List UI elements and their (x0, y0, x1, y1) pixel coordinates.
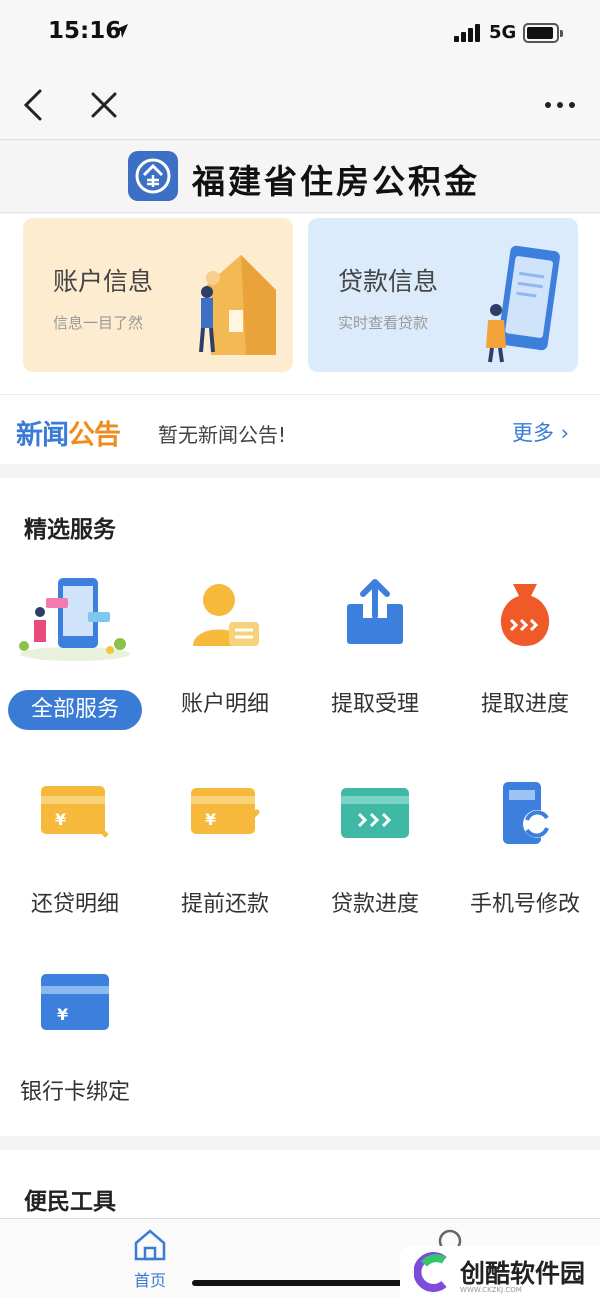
all-services-icon (19, 578, 130, 661)
account-detail-icon (193, 584, 259, 646)
tab-home-label: 首页 (133, 1271, 166, 1290)
service-bank-card-label: 银行卡绑定 (19, 1080, 130, 1105)
service-prepay[interactable]: ¥ 提前还款 (150, 778, 300, 948)
services-title: 精选服务 (24, 517, 116, 543)
service-loan-progress-label: 贷款进度 (330, 892, 419, 917)
service-bank-card[interactable]: ¥ 银行卡绑定 (0, 968, 150, 1138)
home-indicator (192, 1280, 408, 1286)
service-withdraw-apply-label: 提取受理 (330, 692, 419, 717)
housing-fund-logo (128, 151, 178, 201)
service-withdraw-progress-label: 提取进度 (480, 692, 569, 717)
news-logo: 新闻公告 (16, 420, 121, 451)
service-phone-edit-label: 手机号修改 (469, 892, 580, 917)
network-type: 5G (489, 22, 517, 43)
loan-info-subtitle: 实时查看贷款 (338, 314, 429, 332)
service-repay-detail-label: 还贷明细 (30, 892, 119, 917)
svg-text:¥: ¥ (55, 810, 66, 829)
home-icon (134, 1229, 166, 1261)
tab-home[interactable]: 首页 (120, 1227, 180, 1290)
loan-info-title: 贷款信息 (338, 267, 439, 296)
battery-icon (523, 23, 563, 43)
service-loan-progress[interactable]: 贷款进度 (300, 778, 450, 948)
account-info-title: 账户信息 (53, 267, 154, 296)
news-more-link[interactable]: 更多 › (512, 417, 569, 447)
status-time: 15:16 (48, 18, 122, 44)
more-dots-icon (545, 102, 575, 108)
more-button[interactable] (540, 85, 580, 125)
tools-title: 便民工具 (24, 1189, 116, 1215)
info-cards: 账户信息 信息一目了然 贷款信息 实时查看贷款 (0, 214, 600, 394)
prepay-icon: ¥ (191, 788, 260, 834)
service-all-label: 全部服务 (8, 690, 142, 730)
service-withdraw-progress[interactable]: 提取进度 (450, 574, 600, 744)
loan-progress-icon (341, 788, 409, 838)
phone-illustration-icon (486, 245, 560, 363)
brand-header: 福建省住房公积金 (0, 141, 600, 213)
svg-text:¥: ¥ (57, 1005, 68, 1024)
news-bar: 新闻公告 暂无新闻公告! 更多 › (0, 394, 600, 464)
news-text: 暂无新闻公告! (158, 423, 287, 447)
svg-text:¥: ¥ (205, 810, 216, 829)
house-illustration-icon (199, 255, 276, 355)
featured-services: 精选服务 全部服务 账户明细 提取受理 提取进度 ¥ 还贷明细 ¥ 提前还款 贷… (0, 478, 600, 1136)
back-button[interactable] (14, 85, 54, 125)
withdraw-progress-icon (500, 584, 550, 646)
service-account-detail-label: 账户明细 (180, 692, 269, 717)
close-button[interactable] (84, 85, 124, 125)
service-all[interactable]: 全部服务 (0, 574, 150, 744)
loan-info-card[interactable]: 贷款信息 实时查看贷款 (308, 218, 578, 372)
watermark-logo-icon (414, 1252, 447, 1292)
location-arrow-icon (114, 24, 128, 38)
service-phone-edit[interactable]: 手机号修改 (450, 778, 600, 948)
watermark-text: 创酷软件园 (460, 1259, 586, 1288)
convenience-tools: 便民工具 (0, 1150, 600, 1220)
status-bar: 15:16 5G (0, 0, 600, 70)
watermark-url: WWW.CKZKJ.COM (460, 1286, 522, 1294)
close-icon (91, 92, 117, 118)
account-info-subtitle: 信息一目了然 (53, 314, 144, 332)
account-info-card[interactable]: 账户信息 信息一目了然 (23, 218, 293, 372)
repay-detail-icon: ¥ (41, 786, 109, 838)
signal-icon (454, 24, 484, 42)
service-prepay-label: 提前还款 (180, 892, 269, 917)
withdraw-apply-icon (347, 579, 403, 644)
phone-edit-icon (503, 782, 551, 844)
nav-bar (0, 70, 600, 140)
brand-title: 福建省住房公积金 (192, 162, 480, 201)
bank-card-icon: ¥ (41, 974, 109, 1030)
service-account-detail[interactable]: 账户明细 (150, 574, 300, 744)
service-repay-detail[interactable]: ¥ 还贷明细 (0, 778, 150, 948)
watermark: 创酷软件园 WWW.CKZKJ.COM (400, 1246, 600, 1298)
chevron-left-icon (23, 89, 42, 121)
service-withdraw-apply[interactable]: 提取受理 (300, 574, 450, 744)
